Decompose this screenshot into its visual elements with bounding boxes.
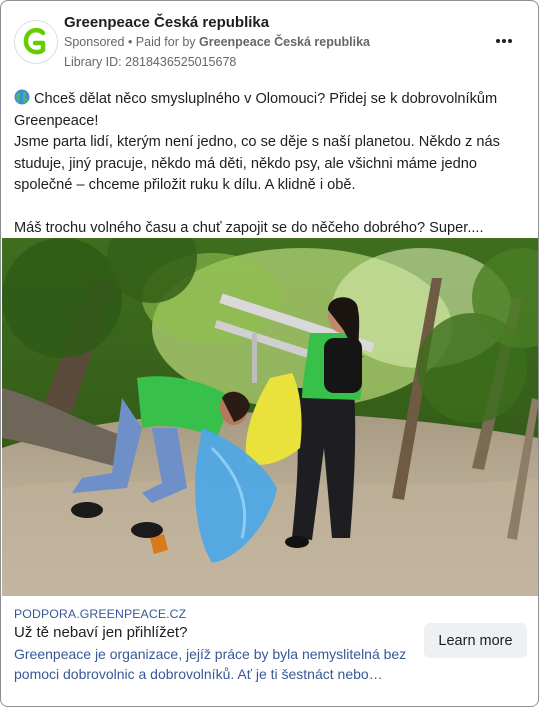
link-description[interactable]: Greenpeace je organizace, jejíž práce by… bbox=[14, 644, 414, 684]
link-domain: PODPORA.GREENPEACE.CZ bbox=[14, 607, 187, 621]
post-header: Greenpeace Česká republika Sponsored • P… bbox=[1, 1, 538, 81]
greenpeace-logo-icon bbox=[23, 27, 46, 55]
paid-for-name: Greenpeace Česká republika bbox=[199, 35, 370, 49]
library-id: Library ID: 2818436525015678 bbox=[64, 55, 237, 69]
learn-more-button[interactable]: Learn more bbox=[424, 623, 527, 658]
more-horizontal-icon bbox=[495, 39, 500, 43]
body-line-3: Máš trochu volného času a chuť zapojit s… bbox=[14, 220, 484, 236]
more-options-button[interactable] bbox=[490, 29, 518, 53]
page-avatar[interactable] bbox=[14, 20, 58, 64]
paid-for-prefix: • Paid for by bbox=[127, 35, 196, 49]
body-line-1: Chceš dělat něco smysluplného v Olomouci… bbox=[14, 91, 498, 129]
body-paragraph-1: Chceš dělat něco smysluplného v Olomouci… bbox=[14, 89, 529, 132]
link-preview[interactable]: PODPORA.GREENPEACE.CZ Už tě nebaví jen p… bbox=[1, 596, 538, 706]
volunteers-photo bbox=[2, 238, 538, 596]
ad-card: Greenpeace Česká republika Sponsored • P… bbox=[0, 0, 539, 707]
globe-emoji-icon bbox=[14, 89, 30, 105]
post-body: Chceš dělat něco smysluplného v Olomouci… bbox=[14, 89, 529, 240]
sponsored-label: Sponsored bbox=[64, 35, 125, 49]
ad-image[interactable] bbox=[2, 238, 538, 596]
link-headline[interactable]: Už tě nebaví jen přihlížet? bbox=[14, 624, 187, 641]
sponsored-line: Sponsored • Paid for by Greenpeace Česká… bbox=[64, 35, 370, 49]
page-name[interactable]: Greenpeace Česká republika bbox=[64, 14, 269, 31]
body-line-2: Jsme parta lidí, kterým není jedno, co s… bbox=[14, 134, 500, 193]
